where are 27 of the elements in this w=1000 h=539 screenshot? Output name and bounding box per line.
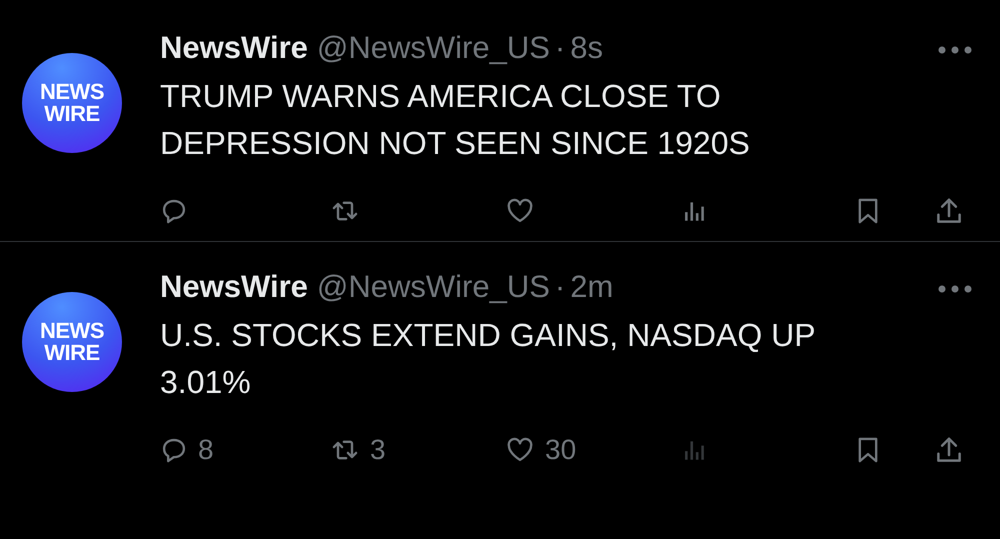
post-time[interactable]: 8s (570, 30, 603, 66)
avatar-text: WIRE (44, 342, 100, 364)
more-icon[interactable] (938, 284, 972, 294)
author-handle[interactable]: @NewsWire_US (316, 269, 550, 305)
post-text: U.S. STOCKS EXTEND GAINS, NASDAQ UP 3.01% (160, 316, 816, 402)
avatar-text: NEWS (40, 320, 104, 342)
separator-dot: · (554, 30, 566, 66)
post-text: TRUMP WARNS AMERICA CLOSE TO DEPRESSION NOT SEEN SINCE 1920S (160, 77, 751, 163)
more-icon[interactable] (938, 45, 972, 55)
post-time[interactable]: 2m (570, 269, 614, 305)
reply-count: 8 (198, 434, 214, 466)
share-icon[interactable] (934, 196, 964, 226)
like-count: 30 (545, 434, 576, 466)
avatar-text: NEWS (40, 81, 104, 103)
author-name[interactable]: NewsWire (160, 30, 308, 66)
reply-icon[interactable] (160, 197, 188, 225)
avatar[interactable]: NEWS WIRE (22, 53, 122, 153)
repost-count: 3 (370, 434, 386, 466)
heart-icon[interactable] (505, 197, 535, 225)
author-handle[interactable]: @NewsWire_US (316, 30, 550, 66)
share-icon[interactable] (934, 435, 964, 465)
avatar-text: WIRE (44, 103, 100, 125)
avatar[interactable]: NEWS WIRE (22, 292, 122, 392)
reply-icon[interactable] (160, 436, 188, 464)
author-name[interactable]: NewsWire (160, 269, 308, 305)
heart-icon[interactable] (505, 436, 535, 464)
separator-dot: · (554, 269, 566, 305)
